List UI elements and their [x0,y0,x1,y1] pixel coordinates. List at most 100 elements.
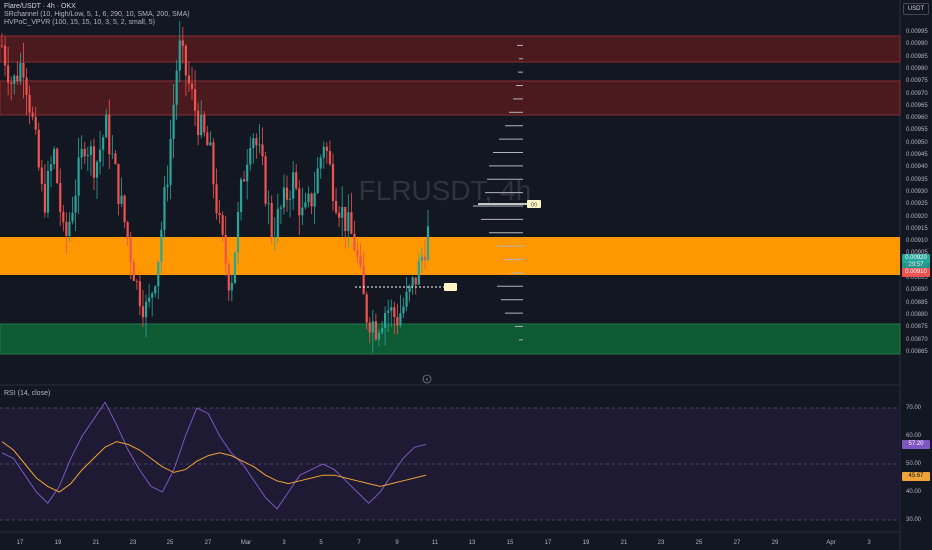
price-tick-label: 0.00945 [906,152,928,158]
symbol-title[interactable]: Flare/USDT · 4h · OKX [4,3,76,10]
candle-body [344,206,347,232]
candle-body [120,195,123,204]
candle-body [319,157,322,169]
candle-body [59,183,62,212]
candle-body [279,207,282,209]
candle-body [28,95,31,113]
price-tick-label: 0.00970 [906,90,928,97]
candle-body [181,40,184,46]
candle-body [46,170,50,213]
price-tick-label: 0.00995 [906,29,928,35]
candle-body [341,206,344,218]
candle-body [212,142,215,185]
candle-body [62,211,65,223]
time-tick-label: 7 [357,540,361,546]
candle-body [151,293,154,298]
candle-body [387,310,390,313]
candle-body [114,153,117,164]
candle-body [71,212,74,222]
time-tick-label: 27 [733,540,741,546]
price-tick-label: 0.00925 [906,201,928,208]
candle-body [239,179,243,212]
candle-body [301,207,304,216]
candle-body [19,62,22,82]
time-tick-label: 17 [544,540,552,546]
candle-body [144,301,148,318]
time-tick-label: 23 [657,540,665,546]
candle-body [270,202,273,238]
price-tick-label: 0.00910 [906,238,928,245]
candle-body [420,256,423,262]
candle-body [316,168,319,193]
candle-body [157,261,160,287]
candle-body [295,172,298,189]
candle-body [49,164,53,171]
prev-price-badge: 0.00910 [902,268,930,277]
price-tick-label: 0.00875 [906,324,928,331]
candle-body [172,104,175,140]
candle-body [74,195,77,213]
candle-body [227,263,230,291]
price-marker[interactable] [444,283,457,291]
candle-body [86,155,89,157]
candle-body [169,139,172,185]
price-tick-label: 0.00930 [906,188,928,195]
candle-body [347,212,350,232]
candle-body [273,236,276,238]
currency-button[interactable]: USDT [903,3,929,15]
candle-body [377,332,381,340]
candle-body [138,281,142,307]
candle-body [105,114,108,138]
candle-body [10,82,13,84]
candle-body [148,297,151,302]
candle-body [190,83,194,90]
candle-body [187,75,191,84]
support-zone-green [0,323,901,355]
time-tick-label: 25 [166,540,174,546]
rsi-label[interactable]: RSI (14, close) [4,390,50,397]
candle-body [83,148,86,157]
candle-body [77,157,80,196]
rsi-value-badge: 57.20 [902,440,930,449]
candle-body [89,146,92,156]
candle-body [359,256,362,266]
candle-body [399,313,402,326]
resistance-zone-1 [0,35,901,63]
rsi-level-50: 50.00 [906,461,922,467]
indicator-hvpoc[interactable]: HVPoC_VPVR (100, 15, 15, 10, 3, 5, 2, sm… [4,19,155,26]
price-tick-label: 0.00985 [906,53,928,60]
candle-body [3,45,7,66]
candle-body [102,137,105,150]
candle-body [184,45,187,76]
time-tick-label: 21 [620,540,628,546]
candle-body [267,202,270,204]
candle-body [193,89,197,111]
price-tick-label: 0.00915 [906,225,928,232]
candle-body [154,286,157,294]
candle-body [141,306,145,318]
candle-body [178,40,181,71]
price-tick-label: 0.00920 [906,213,928,220]
candle-body [56,148,59,184]
candle-body [65,222,68,236]
candle-body [356,250,359,257]
chart-canvas[interactable]: FLRUSDT, 4h (x) e [0,0,932,550]
candle-body [423,256,427,261]
candle-body [160,229,163,262]
candle-body [350,212,353,234]
price-tick-label: 0.00990 [906,41,928,48]
indicator-srchannel[interactable]: SRchannel (10, High/Low, 5, 1, 6, 290, 1… [4,11,190,18]
time-tick-label: 11 [431,540,439,546]
candle-body [43,183,47,213]
candle-body [37,129,40,168]
candle-body [411,277,414,287]
time-tick-label: Apr [826,540,836,546]
candle-body [16,75,19,82]
candle-body [218,213,221,216]
rsi-level-30: 30.00 [906,517,922,523]
candle-body [132,262,135,282]
candle-body [383,312,387,329]
candle-body [31,112,34,117]
candle-body [53,148,56,165]
candle-body [236,211,240,253]
